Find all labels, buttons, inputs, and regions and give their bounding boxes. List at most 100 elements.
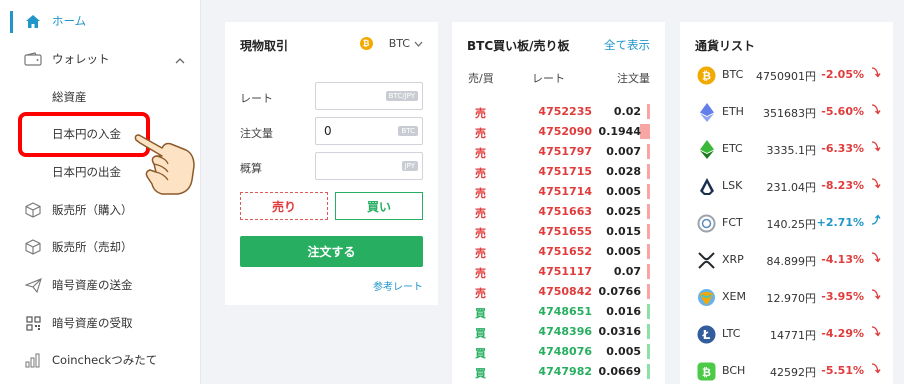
cell-rate: 4751715 bbox=[538, 165, 592, 178]
coin-symbol: XEM bbox=[722, 290, 746, 303]
cell-rate: 4751663 bbox=[538, 205, 592, 218]
cell-side: 売 bbox=[475, 247, 486, 260]
sell-button[interactable]: 売り bbox=[240, 192, 328, 220]
ethereum-classic-icon bbox=[697, 140, 716, 159]
trend-down-icon bbox=[871, 66, 881, 81]
factom-icon bbox=[697, 214, 716, 233]
table-row[interactable]: 売 4751663 0.025 bbox=[452, 202, 665, 222]
cell-qty: 0.07 bbox=[613, 265, 641, 278]
table-row[interactable]: 売 4751715 0.028 bbox=[452, 162, 665, 182]
coin-price: 351683円 bbox=[763, 107, 816, 120]
chevron-up-icon[interactable] bbox=[175, 53, 185, 67]
cell-side: 買 bbox=[475, 367, 486, 380]
coin-change: +2.71% bbox=[816, 216, 864, 229]
currency-select[interactable]: ₿ BTC bbox=[359, 37, 423, 50]
volume-bar bbox=[647, 204, 650, 219]
table-row[interactable]: 売 4752090 0.1944 bbox=[452, 122, 665, 142]
panel-title: BTC買い板/売り板 bbox=[467, 39, 570, 53]
volume-bar bbox=[647, 144, 650, 159]
cell-qty: 0.007 bbox=[606, 145, 641, 158]
reference-rate-link[interactable]: 参考レート bbox=[373, 278, 423, 293]
coin-row-xrp[interactable]: XRP 84.899円 -4.13% bbox=[680, 242, 893, 279]
table-row[interactable]: 売 4751652 0.005 bbox=[452, 242, 665, 262]
sidebar-item-wallet[interactable]: ウォレット bbox=[0, 41, 201, 77]
trend-down-icon bbox=[871, 177, 881, 192]
table-row[interactable]: 売 4751714 0.005 bbox=[452, 182, 665, 202]
bitcoin-cash-icon: ₿ bbox=[697, 362, 716, 381]
cell-rate: 4752090 bbox=[538, 125, 592, 138]
estimate-label: 概算 bbox=[240, 162, 262, 175]
cell-rate: 4751117 bbox=[538, 265, 592, 278]
table-row[interactable]: 買 4748076 0.005 bbox=[452, 342, 665, 362]
sidebar-item-send-crypto[interactable]: 暗号資産の送金 bbox=[0, 267, 201, 303]
amount-input[interactable]: 0 BTC bbox=[315, 117, 423, 145]
coin-symbol: ETC bbox=[722, 142, 743, 155]
ripple-icon bbox=[697, 251, 716, 270]
coin-row-etc[interactable]: ETC 3335.1円 -6.33% bbox=[680, 131, 893, 168]
panel-title: 通貨リスト bbox=[695, 39, 756, 53]
svg-text:₿: ₿ bbox=[702, 366, 711, 379]
col-header-qty: 注文量 bbox=[617, 72, 650, 85]
sidebar-item-label: 暗号資産の受取 bbox=[52, 316, 133, 330]
cell-rate: 4748396 bbox=[538, 325, 592, 338]
sidebar-item-sell-exchange[interactable]: 販売所（売却） bbox=[0, 229, 201, 265]
place-order-button[interactable]: 注文する bbox=[240, 236, 423, 267]
sidebar-item-total-assets[interactable]: 総資産 bbox=[0, 79, 201, 115]
bitcoin-icon: ₿ bbox=[697, 66, 716, 85]
coin-price: 140.25円 bbox=[766, 218, 817, 231]
table-row[interactable]: 買 4748396 0.0316 bbox=[452, 322, 665, 342]
coin-row-btc[interactable]: ₿ BTC 4750901円 -2.05% bbox=[680, 57, 893, 94]
cell-side: 売 bbox=[475, 287, 486, 300]
table-row[interactable]: 買 4748651 0.016 bbox=[452, 302, 665, 322]
cell-side: 売 bbox=[475, 267, 486, 280]
col-header-rate: レート bbox=[532, 72, 565, 85]
bitcoin-icon: ₿ bbox=[359, 37, 373, 50]
cell-qty: 0.02 bbox=[613, 105, 641, 118]
coin-symbol: FCT bbox=[722, 216, 743, 229]
table-row[interactable]: 売 4751655 0.015 bbox=[452, 222, 665, 242]
table-row[interactable]: 売 4751117 0.07 bbox=[452, 262, 665, 282]
coin-row-xem[interactable]: XEM 12.970円 -3.95% bbox=[680, 279, 893, 316]
coin-price: 14771円 bbox=[770, 329, 816, 342]
svg-text:Ł: Ł bbox=[702, 328, 711, 342]
coin-symbol: ETH bbox=[722, 105, 744, 118]
coin-symbol: BCH bbox=[722, 364, 746, 377]
amount-value: 0 bbox=[324, 124, 332, 138]
nem-icon bbox=[697, 288, 716, 307]
panel-title: 現物取引 bbox=[240, 39, 289, 53]
coin-row-bch[interactable]: ₿ BCH 42592円 -5.51% bbox=[680, 353, 893, 384]
volume-bar bbox=[647, 344, 650, 359]
sidebar-item-label: 総資産 bbox=[52, 90, 87, 104]
highlight-box bbox=[18, 112, 150, 157]
show-all-link[interactable]: 全て表示 bbox=[604, 37, 650, 53]
pointing-hand-icon bbox=[132, 128, 198, 198]
coin-row-ltc[interactable]: Ł LTC 14771円 -4.29% bbox=[680, 316, 893, 353]
sidebar-item-coincheck-tsumitate[interactable]: Coincheckつみたて bbox=[0, 342, 201, 378]
coin-row-eth[interactable]: ETH 351683円 -5.60% bbox=[680, 94, 893, 131]
cell-side: 買 bbox=[475, 327, 486, 340]
sidebar-item-label: ホーム bbox=[52, 14, 87, 28]
sidebar-item-receive-crypto[interactable]: 暗号資産の受取 bbox=[0, 305, 201, 341]
coin-change: -2.05% bbox=[821, 68, 864, 81]
rate-input[interactable]: BTC/JPY bbox=[315, 82, 423, 110]
coin-row-lsk[interactable]: LSK 231.04円 -8.23% bbox=[680, 168, 893, 205]
coin-change: -8.23% bbox=[821, 179, 864, 192]
trend-up-icon bbox=[871, 214, 881, 229]
coin-price: 3335.1円 bbox=[766, 144, 817, 157]
cell-qty: 0.005 bbox=[606, 245, 641, 258]
coin-row-fct[interactable]: FCT 140.25円 +2.71% bbox=[680, 205, 893, 242]
estimate-input[interactable]: JPY bbox=[315, 152, 423, 180]
table-row[interactable]: 売 4751797 0.007 bbox=[452, 142, 665, 162]
volume-bar bbox=[647, 244, 650, 259]
rate-label: レート bbox=[240, 92, 273, 105]
table-row[interactable]: 買 4747982 0.0669 bbox=[452, 362, 665, 382]
buy-button[interactable]: 買い bbox=[335, 192, 423, 220]
table-row[interactable]: 売 4750842 0.0766 bbox=[452, 282, 665, 302]
table-row[interactable]: 売 4752235 0.02 bbox=[452, 102, 665, 122]
cell-side: 売 bbox=[475, 127, 486, 140]
cell-rate: 4748651 bbox=[538, 305, 592, 318]
cell-rate: 4751655 bbox=[538, 225, 592, 238]
sidebar-item-home[interactable]: ホーム bbox=[0, 3, 201, 39]
cell-qty: 0.0669 bbox=[598, 365, 641, 378]
cell-qty: 0.016 bbox=[606, 305, 641, 318]
